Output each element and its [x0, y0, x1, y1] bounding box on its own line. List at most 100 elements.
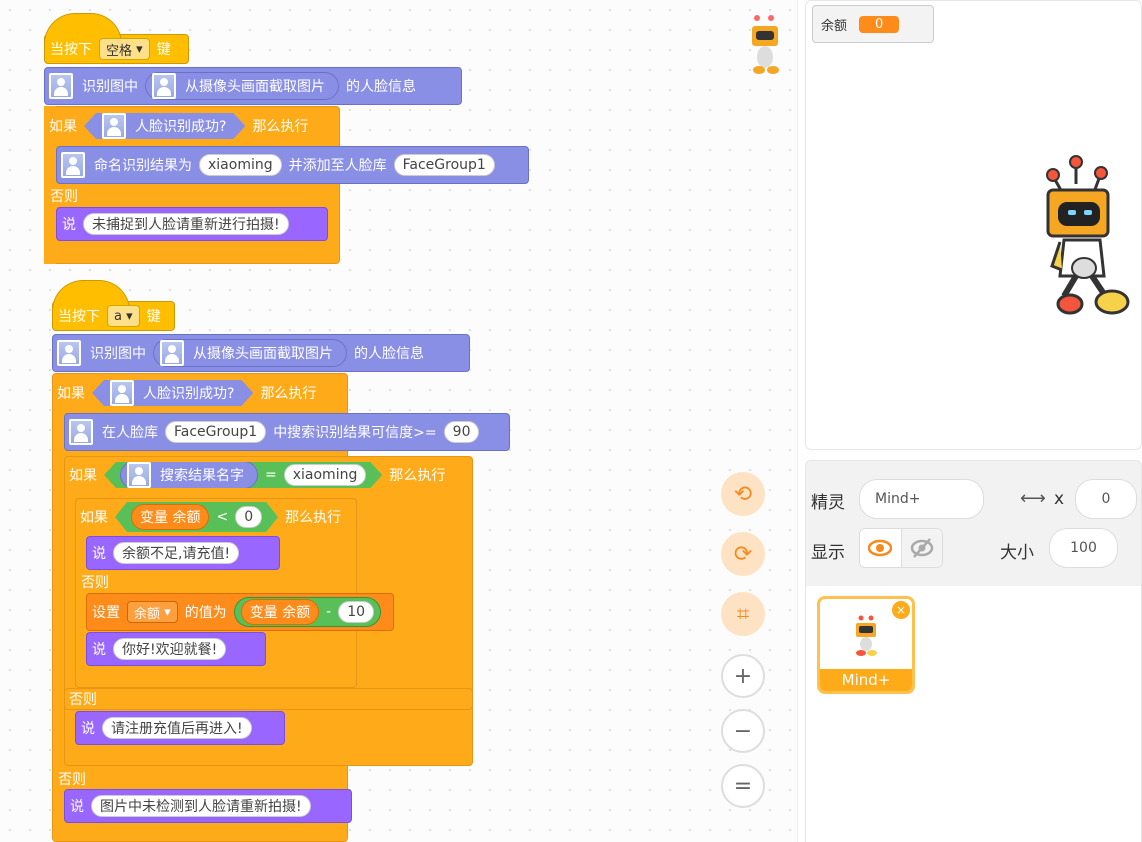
eye-slash-icon [910, 538, 933, 558]
face-recognition-icon [110, 380, 134, 406]
operator-label: = [265, 467, 277, 483]
name-add-facelib-block[interactable]: 命名识别结果为 xiaoming 并添加至人脸库 FaceGroup1 [56, 146, 529, 184]
if-header[interactable]: 如果 人脸识别成功? 那么执行 [44, 108, 340, 144]
if-header[interactable]: 如果 人脸识别成功? 那么执行 [52, 375, 321, 411]
else-label-row: 否则 [54, 768, 90, 790]
condition-label: 人脸识别成功? [143, 386, 235, 402]
when-key-pressed-block[interactable]: 当按下 a ▾ 键 [52, 280, 175, 331]
face-recognize-block[interactable]: 识别图中 从摄像头画面截取图片 的人脸信息 [44, 67, 462, 105]
block-label: 键 [146, 309, 161, 325]
compare-value-input[interactable]: 0 [235, 506, 262, 528]
face-success-condition[interactable]: 人脸识别成功? [92, 380, 253, 406]
x-input[interactable]: 0 [1075, 479, 1137, 519]
say-block[interactable]: 说 你好!欢迎就餐! [86, 632, 266, 666]
confidence-input[interactable]: 90 [443, 421, 480, 443]
say-text-input[interactable]: 未捕捉到人脸请重新进行拍摄! [83, 213, 289, 235]
say-block[interactable]: 说 图片中未检测到人脸请重新拍摄! [64, 789, 352, 823]
say-text-input[interactable]: 余额不足,请充值! [113, 542, 240, 564]
key-dropdown[interactable]: a ▾ [107, 305, 140, 327]
block-label: 识别图中 [90, 346, 146, 362]
sprite-thumbnail-image [856, 615, 877, 656]
close-icon: × [895, 603, 907, 617]
face-recognize-block[interactable]: 识别图中 从摄像头画面截取图片 的人脸信息 [52, 334, 470, 372]
facelib-search-block[interactable]: 在人脸库 FaceGroup1 中搜索识别结果可信度>= 90 [64, 413, 510, 451]
face-success-condition[interactable]: 人脸识别成功? [84, 113, 245, 139]
subtract-reporter[interactable]: 变量 余额 - 10 [233, 597, 382, 627]
delete-sprite-button[interactable]: × [892, 601, 910, 619]
say-text-input[interactable]: 你好!欢迎就餐! [113, 638, 227, 660]
else-label: 否则 [58, 772, 86, 788]
set-variable-block[interactable]: 设置 余额 ▾ 的值为 变量 余额 - 10 [86, 593, 394, 631]
face-recognition-icon [160, 340, 184, 366]
else-label-row: 否则 [77, 572, 113, 592]
operator-label: - [326, 604, 332, 620]
face-recognition-icon [61, 152, 85, 178]
key-value: a [114, 308, 122, 324]
say-label: 说 [92, 546, 106, 562]
say-label: 说 [62, 217, 76, 233]
then-label: 那么执行 [285, 510, 342, 526]
else-label: 否则 [69, 692, 97, 708]
variable-reporter[interactable]: 变量 余额 [240, 599, 320, 625]
variable-dropdown-value: 余额 [134, 606, 161, 622]
say-text-input[interactable]: 图片中未检测到人脸请重新拍摄! [91, 795, 311, 817]
face-recognition-icon [152, 73, 176, 99]
undo-icon: ⟲ [733, 481, 753, 507]
say-block[interactable]: 说 未捕捉到人脸请重新进行拍摄! [56, 207, 328, 241]
camera-capture-reporter[interactable]: 从摄像头画面截取图片 [145, 72, 339, 100]
redo-button[interactable]: ⟳ [721, 532, 765, 576]
when-key-pressed-block[interactable]: 当按下 空格 ▾ 键 [44, 13, 189, 64]
redo-icon: ⟳ [733, 541, 753, 567]
sprite-thumbnail-name: Mind+ [841, 671, 891, 689]
size-input[interactable]: 100 [1049, 528, 1118, 568]
then-label: 那么执行 [260, 386, 317, 402]
camera-capture-reporter[interactable]: 从摄像头画面截取图片 [153, 339, 347, 367]
sprite-thumbnail[interactable]: Mind+ × [817, 596, 915, 694]
sprite-name-input[interactable]: Mind+ [859, 479, 984, 519]
block-label: 的值为 [184, 605, 227, 621]
else-label: 否则 [50, 189, 78, 205]
facelib-input[interactable]: FaceGroup1 [393, 154, 495, 176]
equals-condition[interactable]: 搜索结果名字 = xiaoming [104, 462, 382, 488]
say-block[interactable]: 说 请注册充值后再进入! [75, 711, 285, 745]
crop-button[interactable]: ⌗ [721, 592, 765, 636]
block-label: 的人脸信息 [346, 79, 416, 95]
if-header[interactable]: 如果 搜索结果名字 = xiaoming 那么执行 [64, 456, 450, 494]
facelib-input[interactable]: FaceGroup1 [165, 421, 267, 443]
hide-button[interactable] [901, 529, 942, 567]
visibility-toggle [859, 528, 943, 568]
say-block[interactable]: 说 余额不足,请充值! [86, 536, 280, 570]
sprite-thumbnail-label: Mind+ [820, 669, 912, 691]
show-button[interactable] [860, 529, 902, 567]
subtract-value-input[interactable]: 10 [338, 601, 375, 623]
compare-value-input[interactable]: xiaoming [284, 464, 367, 486]
face-recognition-icon [49, 73, 73, 99]
mind-plus-sprite[interactable] [1040, 150, 1132, 322]
if-header[interactable]: 如果 变量 余额 < 0 那么执行 [75, 500, 346, 534]
block-label: 当按下 [58, 309, 100, 325]
size-value: 100 [1070, 540, 1097, 556]
less-than-condition[interactable]: 变量 余额 < 0 [115, 502, 278, 532]
block-label: 设置 [92, 605, 120, 621]
zoom-out-button[interactable]: − [721, 709, 765, 753]
variable-monitor: 余额 0 [812, 5, 934, 43]
say-label: 说 [70, 799, 84, 815]
zoom-reset-button[interactable]: = [721, 764, 765, 808]
zoom-in-button[interactable]: + [721, 654, 765, 698]
if-label: 如果 [80, 510, 108, 526]
search-result-name-reporter[interactable]: 搜索结果名字 [120, 461, 258, 489]
variable-dropdown[interactable]: 余额 ▾ [127, 601, 178, 623]
variable-reporter[interactable]: 变量 余额 [131, 504, 209, 530]
name-input[interactable]: xiaoming [199, 154, 282, 176]
undo-button[interactable]: ⟲ [721, 472, 765, 516]
block-label: 命名识别结果为 [94, 158, 192, 174]
condition-label: 人脸识别成功? [135, 119, 227, 135]
say-text-input[interactable]: 请注册充值后再进入! [102, 717, 252, 739]
key-dropdown[interactable]: 空格 ▾ [99, 38, 150, 60]
sprite-label: 精灵 [811, 493, 845, 513]
block-label: 识别图中 [82, 79, 138, 95]
block-label: 的人脸信息 [354, 346, 424, 362]
reporter-label: 从摄像头画面截取图片 [193, 346, 333, 362]
then-label: 那么执行 [252, 119, 309, 135]
sprite-name-value: Mind+ [875, 491, 921, 507]
